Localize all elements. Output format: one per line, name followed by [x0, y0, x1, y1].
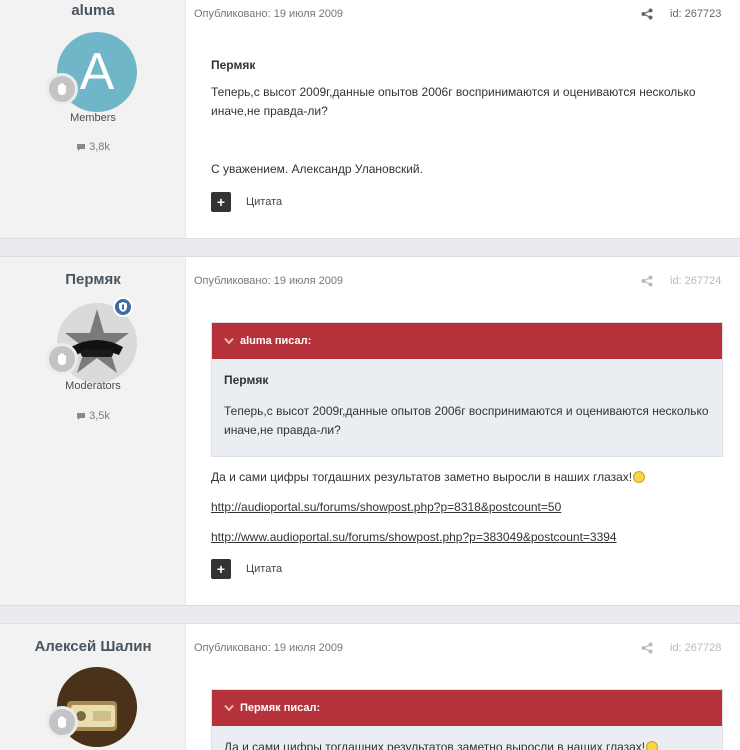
post-text: Теперь,с высот 2009г,данные опытов 2006г…: [211, 85, 696, 118]
quote-author: Пермяк писал:: [240, 702, 321, 714]
comment-icon: [77, 143, 86, 151]
post-count-value: 3,5k: [89, 410, 110, 422]
post-link-1[interactable]: http://audioportal.su/forums/showpost.ph…: [211, 498, 723, 517]
author-group: Moderators: [65, 380, 121, 392]
post-date: Опубликовано: 19 июля 2009: [194, 642, 344, 654]
share-icon[interactable]: [641, 8, 653, 20]
post-link-2[interactable]: http://www.audioportal.su/forums/showpos…: [211, 528, 723, 547]
quote-author: aluma писал:: [240, 335, 312, 347]
share-icon[interactable]: [641, 642, 653, 654]
post-actions: + Цитата: [211, 559, 282, 579]
author-panel: Пермяк Moderators 3,5k: [0, 257, 186, 605]
post-count: 3,5k: [0, 410, 186, 422]
quote-title: Пермяк: [224, 373, 269, 387]
plus-icon[interactable]: +: [211, 559, 231, 579]
quote-body: Пермяк Теперь,с высот 2009г,данные опыто…: [212, 359, 722, 453]
post-text: Да и сами цифры тогдашних результатов за…: [211, 468, 723, 487]
post-date: Опубликовано: 19 июля 2009: [194, 275, 344, 287]
author-name[interactable]: Пермяк: [0, 271, 186, 288]
moderator-shield-icon: [113, 297, 133, 317]
smile-icon: [646, 741, 659, 750]
post-id[interactable]: id: 267724: [670, 275, 721, 287]
comment-icon: [77, 412, 86, 420]
post-267723: aluma A Members 3,8k Опубликовано: 19 ию…: [0, 0, 740, 239]
author-panel: aluma A Members 3,8k: [0, 0, 186, 238]
post-count: 3,8k: [0, 141, 186, 153]
quote-header[interactable]: Пермяк писал:: [212, 690, 722, 726]
post-signature: С уважением. Александр Улановский.: [211, 162, 423, 176]
quote-text: Да и сами цифры тогдашних результатов за…: [224, 740, 646, 750]
author-name[interactable]: Алексей Шалин: [0, 638, 186, 655]
author-group: Members: [70, 112, 116, 124]
author-panel: Алексей Шалин: [0, 624, 186, 750]
rank-hand-icon: [46, 343, 78, 375]
rank-hand-icon: [46, 706, 78, 738]
smile-icon: [633, 471, 646, 483]
plus-icon[interactable]: +: [211, 192, 231, 212]
quote-block: aluma писал: Пермяк Теперь,с высот 2009г…: [211, 322, 723, 457]
post-count-value: 3,8k: [89, 141, 110, 153]
rank-hand-icon: [46, 73, 78, 105]
post-267728: Алексей Шалин Опубликовано: 19 июля 2009…: [0, 623, 740, 750]
post-267724: Пермяк Moderators 3,5k Опубликовано: 19 …: [0, 256, 740, 606]
quote-text: Теперь,с высот 2009г,данные опытов 2006г…: [224, 404, 709, 438]
post-text-value: Да и сами цифры тогдашних результатов за…: [211, 470, 633, 484]
post-id[interactable]: id: 267723: [670, 8, 721, 20]
quote-block: Пермяк писал: Да и сами цифры тогдашних …: [211, 689, 723, 750]
post-date: Опубликовано: 19 июля 2009: [194, 8, 344, 20]
quote-header[interactable]: aluma писал:: [212, 323, 722, 359]
chevron-down-icon: [224, 704, 234, 712]
quote-button[interactable]: Цитата: [246, 196, 282, 208]
chevron-down-icon: [224, 337, 234, 345]
quote-button[interactable]: Цитата: [246, 563, 282, 575]
post-actions: + Цитата: [211, 192, 282, 212]
post-id[interactable]: id: 267728: [670, 642, 721, 654]
author-name[interactable]: aluma: [0, 2, 186, 19]
quote-body: Да и сами цифры тогдашних результатов за…: [212, 726, 722, 750]
post-mention: Пермяк: [211, 58, 256, 72]
share-icon[interactable]: [641, 275, 653, 287]
